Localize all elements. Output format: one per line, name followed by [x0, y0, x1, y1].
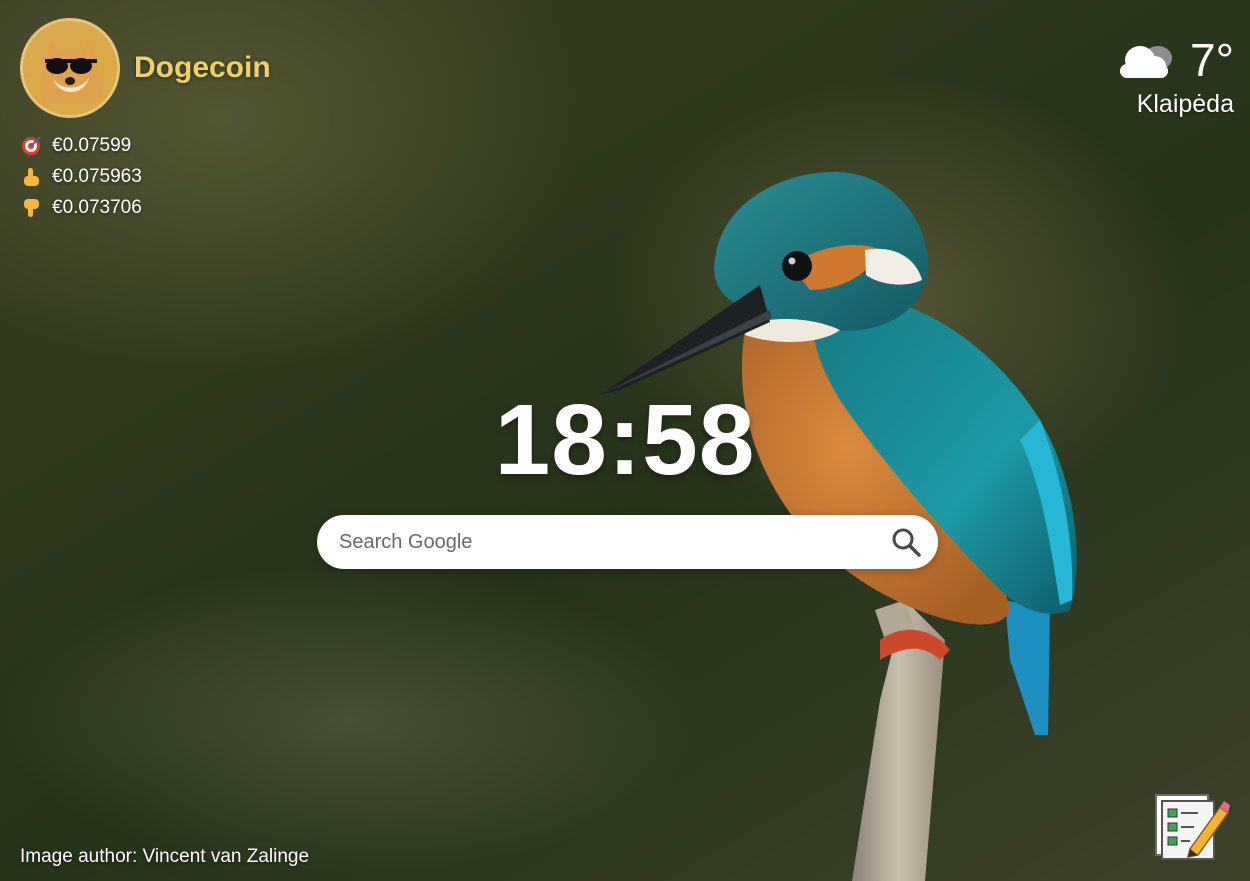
price-row-current: €0.07599	[20, 130, 271, 161]
weather-summary: 7°	[1114, 34, 1234, 86]
city-name: Klaipėda	[1136, 90, 1234, 118]
price-row-low: €0.073706	[20, 192, 271, 223]
image-credit: Image author: Vincent van Zalinge	[20, 846, 310, 867]
cloud-icon	[1120, 46, 1173, 78]
pointing-down-icon	[20, 197, 42, 219]
search-icon[interactable]	[890, 526, 922, 558]
doge-icon	[23, 21, 117, 115]
pointing-up-icon	[20, 166, 42, 188]
search-input[interactable]	[337, 521, 890, 563]
current-price: €0.07599	[52, 134, 132, 156]
price-row-high: €0.075963	[20, 161, 271, 192]
todo-list-icon[interactable]	[1154, 793, 1230, 861]
dogecoin-avatar[interactable]	[20, 18, 120, 118]
target-icon	[20, 135, 42, 157]
crypto-name: Dogecoin	[134, 51, 271, 84]
price-list: €0.07599 €0.075963 €0.073706	[20, 130, 271, 223]
new-tab-page: Dogecoin €0.07599 €0.075963 €0.073706 7°…	[0, 0, 1250, 881]
weather-widget[interactable]: 7° Klaipėda	[1114, 34, 1234, 119]
crypto-widget: Dogecoin €0.07599 €0.075963 €0.073706	[20, 18, 271, 223]
low-price: €0.073706	[52, 196, 142, 218]
crypto-header: Dogecoin	[20, 18, 271, 118]
temperature: 7°	[1190, 34, 1234, 86]
clock: 18:58	[494, 384, 756, 496]
search-bar[interactable]	[317, 515, 938, 569]
high-price: €0.075963	[52, 165, 142, 187]
